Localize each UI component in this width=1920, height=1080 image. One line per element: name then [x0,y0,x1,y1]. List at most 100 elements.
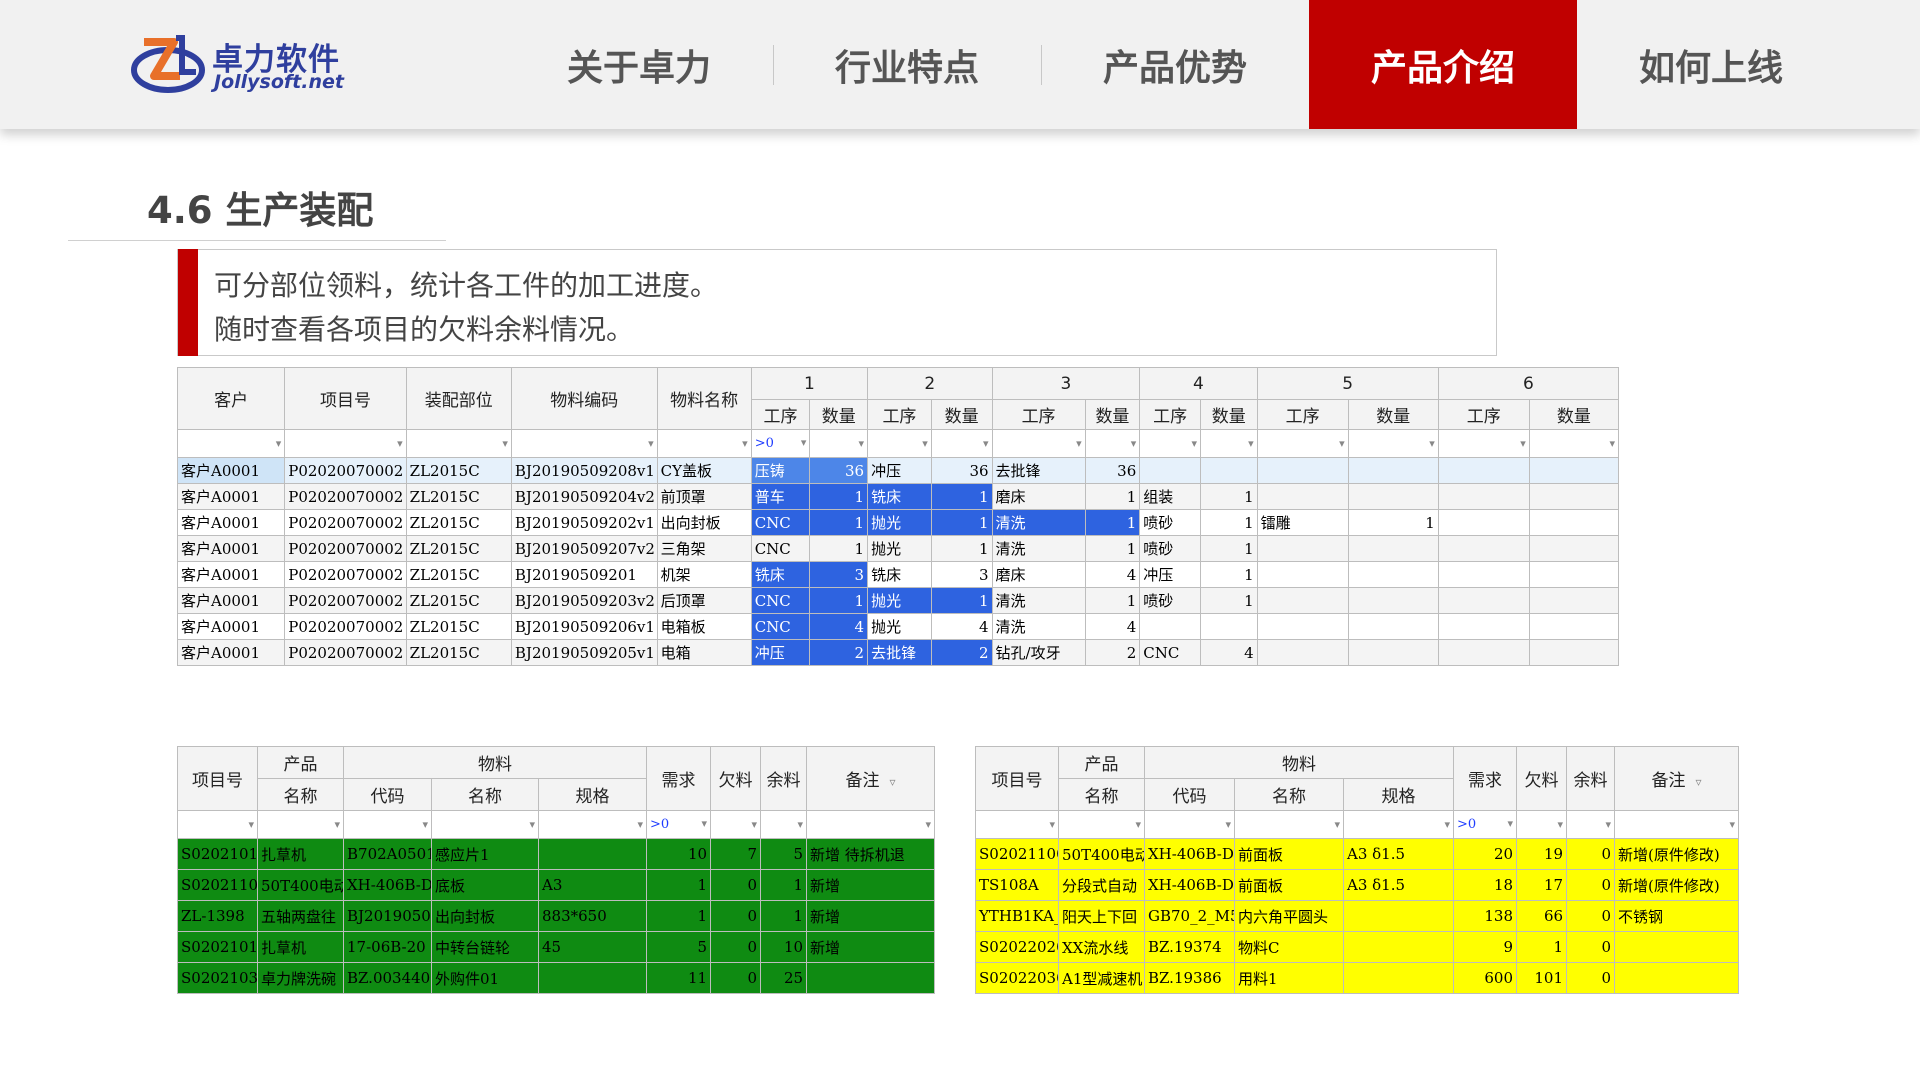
table-cell[interactable]: 19 [1516,838,1568,870]
table-cell[interactable] [1347,561,1439,588]
table-cell[interactable]: 1 [930,535,993,562]
table-cell[interactable] [1528,457,1620,484]
table-cell[interactable]: 新增(原件修改) [1614,869,1740,901]
col-process-2[interactable]: 工序 [867,399,932,430]
table-cell[interactable]: TS108A [975,869,1059,901]
table-cell[interactable]: 客户A0001 [176,457,286,484]
filter-cell[interactable]: ▾ [1528,429,1620,458]
col-demand[interactable]: 需求 [1453,746,1518,811]
table-cell[interactable]: 镭雕 [1256,509,1349,536]
table-cell[interactable]: P02020070002 [284,509,407,536]
table-row[interactable]: 客户A0001 P02020070002 ZL2015C BJ20190509201 机… [176,561,1620,588]
table-row[interactable]: S020220300A1型减速机BZ.19386用料1 6001010 [975,962,1740,994]
table-cell[interactable]: 钻孔/攻牙 [991,639,1086,666]
table-cell[interactable]: ZL2015C [405,613,512,640]
table-cell[interactable]: 9 [1453,931,1518,963]
filter-cell[interactable]: ▾ [284,429,407,458]
table-cell[interactable] [1437,535,1530,562]
table-cell[interactable]: 1 [1199,535,1258,562]
table-cell[interactable]: B702A0501 [343,838,432,870]
table-row[interactable]: 客户A0001 P02020070002 ZL2015C BJ20190509208v… [176,457,1620,484]
table-cell[interactable]: 10 [646,838,712,870]
col-spec[interactable]: 规格 [1342,778,1455,811]
table-cell[interactable]: 101 [1516,962,1568,994]
col-shortage[interactable]: 欠料 [710,746,762,811]
table-cell[interactable]: 喷砂 [1139,587,1201,614]
col-process-3[interactable]: 工序 [991,399,1086,430]
table-cell[interactable] [1437,483,1530,510]
table-cell[interactable]: 1 [760,869,808,901]
col-project[interactable]: 项目号 [177,746,258,811]
table-cell[interactable] [1139,613,1201,640]
table-cell[interactable]: 25 [760,962,808,994]
table-cell[interactable]: CNC [750,509,811,536]
filter-cell[interactable]: ▾ [431,810,539,839]
col-qty-6[interactable]: 数量 [1528,399,1620,430]
table-cell[interactable]: 外购件01 [431,962,539,994]
filter-cell[interactable]: >0 ▾ [1453,810,1518,839]
filter-cell[interactable]: ▾ [1256,429,1349,458]
table-cell[interactable]: 0 [710,900,762,932]
table-cell[interactable]: 5 [646,931,712,963]
table-cell[interactable]: A3 [537,869,648,901]
table-cell[interactable]: ZL2015C [405,587,512,614]
filter-cell[interactable]: ▾ [176,429,286,458]
table-cell[interactable]: ZL-1398 [177,900,258,932]
table-cell[interactable]: 4 [930,613,993,640]
table-cell[interactable]: 1 [930,509,993,536]
table-row[interactable]: 客户A0001 P02020070002 ZL2015C BJ20190509204v… [176,483,1620,510]
table-cell[interactable]: A3 δ1.5 [1342,838,1455,870]
table-cell[interactable]: GB70_2_M5X [1144,900,1235,932]
table-cell[interactable]: ZL2015C [405,457,512,484]
table-cell[interactable]: 分段式自动 [1058,869,1145,901]
table-cell[interactable] [537,838,648,870]
filter-cell[interactable]: ▾ [760,810,808,839]
table-cell[interactable]: 客户A0001 [176,639,286,666]
table-cell[interactable]: 客户A0001 [176,509,286,536]
filter-cell[interactable]: ▾ [656,429,752,458]
table-row[interactable]: YTHB1KA_10阳天上下回GB70_2_M5X内六角平圆头 138660不锈钢 [975,900,1740,932]
table-cell[interactable] [1347,639,1439,666]
table-cell[interactable]: 感应片1 [431,838,539,870]
table-cell[interactable]: BJ20190509204v2 [510,483,658,510]
table-cell[interactable]: 新增 [806,931,936,963]
col-spec[interactable]: 规格 [537,778,648,811]
table-cell[interactable]: 2 [930,639,993,666]
table-cell[interactable]: BJ20190509208v1 [510,457,658,484]
table-cell[interactable] [806,962,936,994]
table-cell[interactable]: 用料1 [1234,962,1344,994]
col-process-1[interactable]: 工序 [750,399,811,430]
table-cell[interactable]: 1 [930,587,993,614]
table-cell[interactable]: 36 [930,457,993,484]
table-cell[interactable]: 138 [1453,900,1518,932]
filter-cell[interactable]: ▾ [1347,429,1439,458]
table-cell[interactable]: 磨床 [991,483,1086,510]
table-cell[interactable]: 铣床 [867,483,932,510]
filter-cell[interactable]: ▾ [991,429,1086,458]
table-cell[interactable]: 4 [809,613,869,640]
table-cell[interactable]: 新增 待拆机退 [806,838,936,870]
table-cell[interactable] [1437,509,1530,536]
table-cell[interactable]: 1 [760,900,808,932]
filter-cell[interactable]: ▾ [809,429,869,458]
table-cell[interactable] [1342,931,1455,963]
table-row[interactable]: ZL-1398 五轴两盘往 BJ20190509 出向封板 883*650 1 0 1 新增 [177,900,936,932]
table-cell[interactable]: 10 [760,931,808,963]
table-cell[interactable]: ZL2015C [405,535,512,562]
table-cell[interactable]: 1 [646,900,712,932]
table-cell[interactable]: BZ.19374 [1144,931,1235,963]
table-cell[interactable]: 2 [809,639,869,666]
table-row[interactable]: S020210100扎䓍机17-06B-20中转台链轮455010新增 [177,931,936,963]
table-cell[interactable]: XH-406B-DG [343,869,432,901]
table-cell[interactable]: 客户A0001 [176,587,286,614]
table-cell[interactable]: 冲压 [750,639,811,666]
col-name[interactable]: 名称 [431,778,539,811]
table-cell[interactable]: 中转台链轮 [431,931,539,963]
table-cell[interactable]: 清洗 [991,587,1086,614]
filter-cell[interactable]: ▾ [510,429,658,458]
table-cell[interactable]: 50T400电动 [257,869,344,901]
table-row[interactable]: 客户A0001 P02020070002 ZL2015C BJ20190509203v… [176,587,1620,614]
table-cell[interactable] [1528,483,1620,510]
table-cell[interactable] [537,962,648,994]
table-cell[interactable] [1347,483,1439,510]
